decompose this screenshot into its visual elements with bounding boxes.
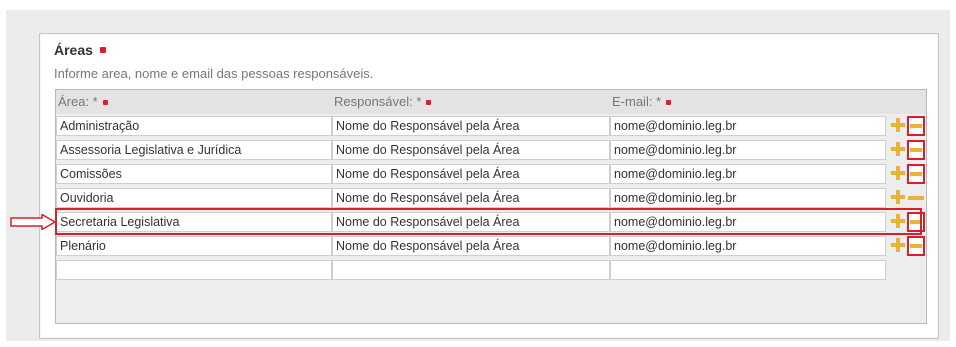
minus-icon[interactable] (907, 140, 925, 160)
section-instructions: Informe area, nome e email das pessoas r… (54, 66, 374, 81)
column-header-area: Área: * (56, 90, 334, 114)
responsavel-input[interactable]: Nome do Responsável pela Área (332, 212, 610, 232)
arrow-right-icon (10, 214, 56, 230)
table-row (56, 258, 926, 282)
area-input[interactable]: Secretaria Legislativa (56, 212, 332, 232)
responsavel-input[interactable]: Nome do Responsável pela Área (332, 116, 610, 136)
row-actions (888, 162, 926, 186)
table-row: Comissões Nome do Responsável pela Área no… (56, 162, 926, 186)
required-marker (102, 99, 108, 105)
responsavel-input[interactable]: Nome do Responsável pela Área (332, 140, 610, 160)
responsavel-input[interactable]: Nome do Responsável pela Área (332, 164, 610, 184)
table-row: Ouvidoria Nome do Responsável pela Área no… (56, 186, 926, 210)
row-actions (888, 138, 926, 162)
area-input[interactable]: Comissões (56, 164, 332, 184)
email-input[interactable]: nome@dominio.leg.br (610, 140, 886, 160)
email-input[interactable]: nome@dominio.leg.br (610, 188, 886, 208)
section-title-text: Áreas (54, 42, 93, 58)
minus-icon[interactable] (907, 212, 925, 232)
plus-icon[interactable] (890, 117, 906, 133)
row-actions (888, 186, 926, 210)
area-input[interactable]: Plenário (56, 236, 332, 256)
plus-icon[interactable] (890, 189, 906, 205)
plus-icon[interactable] (890, 213, 906, 229)
email-input[interactable]: nome@dominio.leg.br (610, 164, 886, 184)
required-marker (666, 99, 672, 105)
email-input[interactable]: nome@dominio.leg.br (610, 116, 886, 136)
email-input[interactable] (610, 260, 886, 280)
required-marker (99, 47, 106, 53)
grid-header: Área: * Responsável: * E-mail: * (56, 90, 926, 114)
column-header-responsavel-label: Responsável: * (334, 94, 422, 109)
section-title: Áreas (54, 42, 106, 58)
email-input[interactable]: nome@dominio.leg.br (610, 212, 886, 232)
email-input[interactable]: nome@dominio.leg.br (610, 236, 886, 256)
responsavel-input[interactable]: Nome do Responsável pela Área (332, 236, 610, 256)
area-input[interactable] (56, 260, 332, 280)
minus-icon[interactable] (907, 116, 925, 136)
plus-icon[interactable] (890, 237, 906, 253)
plus-icon[interactable] (890, 165, 906, 181)
areas-grid: Área: * Responsável: * E-mail: * Adminis… (55, 89, 927, 324)
area-input[interactable]: Assessoria Legislativa e Jurídica (56, 140, 332, 160)
row-actions (888, 210, 926, 234)
screenshot-frame: Áreas Informe area, nome e email das pes… (0, 0, 956, 347)
column-header-email-label: E-mail: * (612, 94, 662, 109)
column-header-email: E-mail: * (610, 90, 888, 114)
plus-icon[interactable] (890, 141, 906, 157)
required-marker (426, 99, 432, 105)
area-input[interactable]: Ouvidoria (56, 188, 332, 208)
table-row: Assessoria Legislativa e Jurídica Nome do… (56, 138, 926, 162)
table-row: Plenário Nome do Responsável pela Área nom… (56, 234, 926, 258)
minus-icon[interactable] (907, 164, 925, 184)
minus-icon[interactable] (907, 188, 925, 208)
row-actions (888, 114, 926, 138)
table-row: Administração Nome do Responsável pela Ár… (56, 114, 926, 138)
responsavel-input[interactable] (332, 260, 610, 280)
row-actions (888, 234, 926, 258)
responsavel-input[interactable]: Nome do Responsável pela Área (332, 188, 610, 208)
column-header-area-label: Área: * (58, 94, 98, 109)
column-header-responsavel: Responsável: * (332, 90, 612, 114)
minus-icon[interactable] (907, 236, 925, 256)
table-row: Secretaria Legislativa Nome do Responsáve… (56, 210, 926, 234)
area-input[interactable]: Administração (56, 116, 332, 136)
